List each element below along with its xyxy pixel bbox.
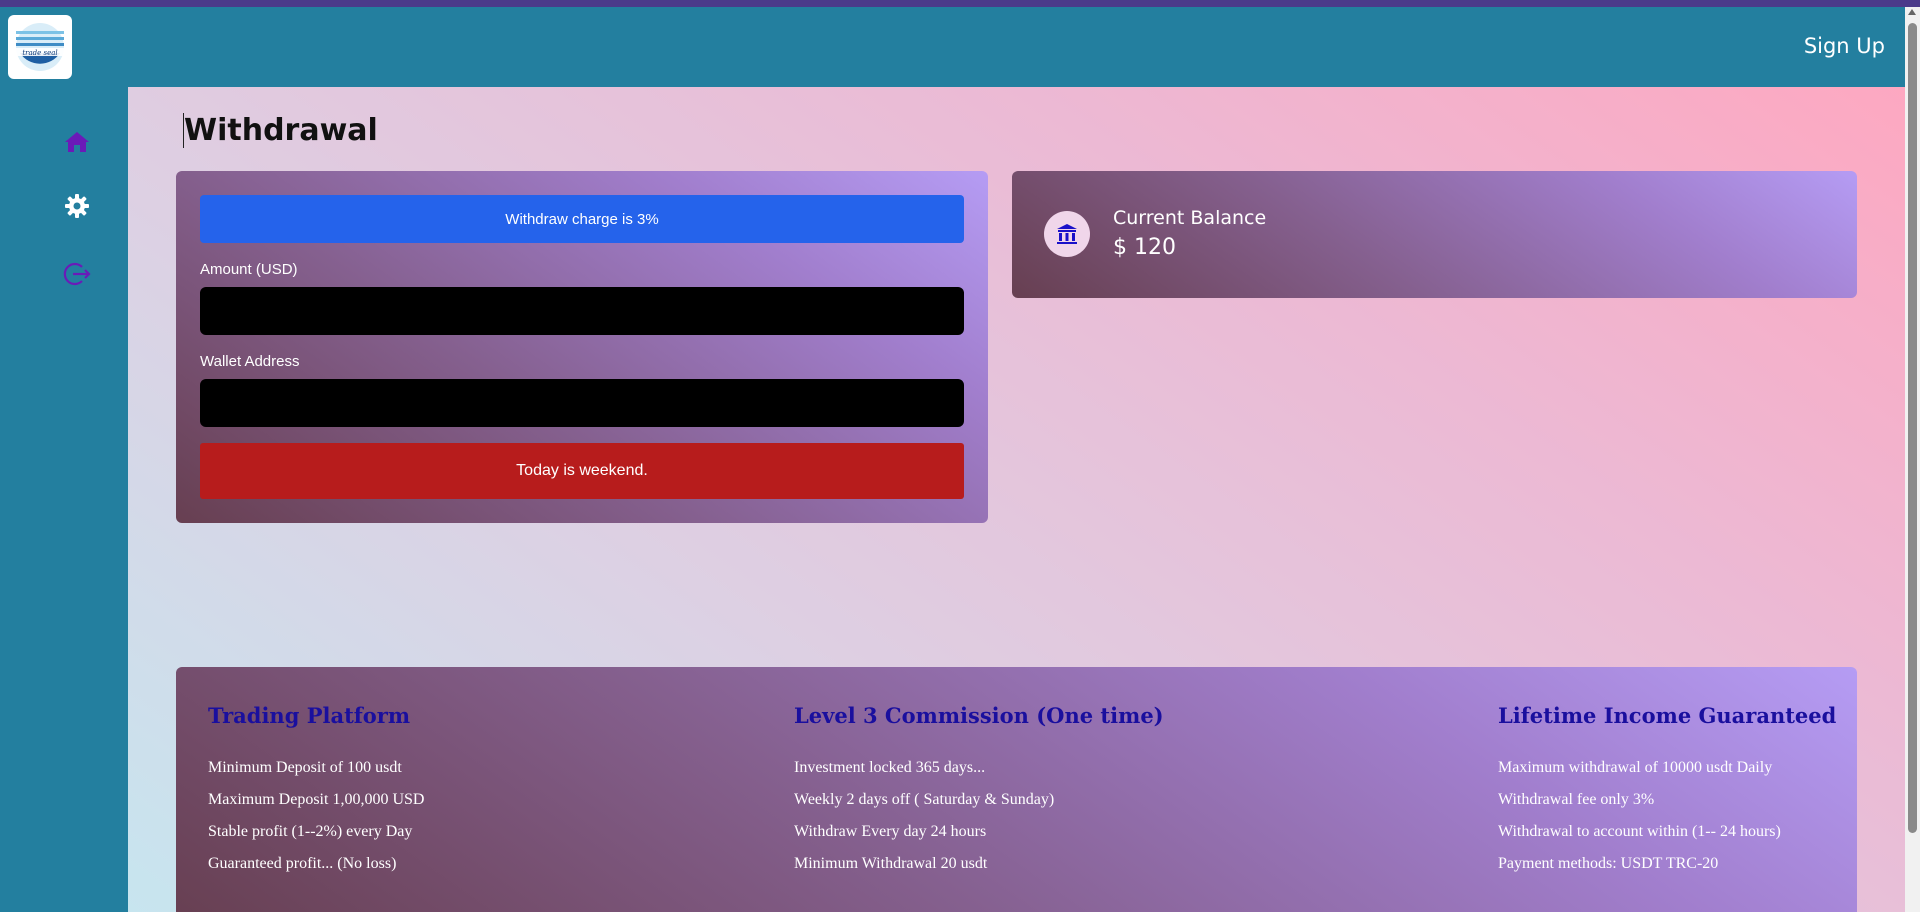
info-card: Trading Platform Minimum Deposit of 100 … [176, 667, 1857, 912]
info-list-item: Maximum Deposit 1,00,000 USD [208, 791, 425, 808]
amount-label: Amount (USD) [200, 261, 298, 278]
info-list-item: Withdrawal fee only 3% [1498, 791, 1655, 808]
withdraw-charge-notice: Withdraw charge is 3% [200, 195, 964, 243]
main-content: Withdrawal Withdraw charge is 3% Amount … [128, 87, 1905, 912]
wallet-address-label: Wallet Address [200, 353, 300, 370]
amount-input[interactable] [200, 287, 964, 335]
info-list-item: Guaranteed profit... (No loss) [208, 855, 397, 872]
info-list-item: Payment methods: USDT TRC-20 [1498, 855, 1719, 872]
info-list: Minimum Deposit of 100 usdt Maximum Depo… [208, 752, 424, 880]
info-column-level-3-commission: Level 3 Commission (One time) Investment… [794, 703, 1164, 880]
logo-image: trade seal [16, 23, 64, 71]
info-list-item: Withdraw Every day 24 hours [794, 823, 987, 840]
bank-icon-wrapper [1044, 211, 1090, 257]
current-balance-label: Current Balance [1113, 207, 1267, 229]
sidebar [0, 87, 128, 912]
gear-icon [65, 194, 89, 218]
info-column-title: Lifetime Income Guaranteed [1498, 703, 1837, 728]
info-column-title: Level 3 Commission (One time) [794, 703, 1164, 728]
info-column-title: Trading Platform [208, 703, 411, 728]
home-icon [65, 132, 89, 152]
info-list-item: Maximum withdrawal of 10000 usdt Daily [1498, 759, 1773, 776]
top-navbar: trade seal Sign Up [0, 7, 1905, 87]
info-list: Investment locked 365 days... Weekly 2 d… [794, 752, 1164, 880]
submit-weekend-button[interactable]: Today is weekend. [200, 443, 964, 499]
top-strip [0, 0, 1920, 7]
info-list-item: Withdrawal to account within (1-- 24 hou… [1498, 823, 1781, 840]
info-column-lifetime-income: Lifetime Income Guaranteed Maximum withd… [1498, 703, 1836, 880]
logo[interactable]: trade seal [8, 15, 72, 79]
info-list-item: Stable profit (1--2%) every Day [208, 823, 413, 840]
current-balance-card: Current Balance $ 120 [1012, 171, 1857, 298]
info-list-item: Investment locked 365 days... [794, 759, 986, 776]
scrollbar-thumb[interactable] [1908, 23, 1917, 833]
page-title: Withdrawal [183, 113, 378, 148]
withdraw-form-card: Withdraw charge is 3% Amount (USD) Walle… [176, 171, 988, 523]
info-list-item: Minimum Withdrawal 20 usdt [794, 855, 988, 872]
sidebar-item-home[interactable] [62, 127, 92, 157]
info-list: Maximum withdrawal of 10000 usdt Daily W… [1498, 752, 1836, 880]
logout-icon [63, 262, 91, 286]
wallet-address-input[interactable] [200, 379, 964, 427]
svg-text:trade seal: trade seal [22, 49, 57, 57]
scroll-up-arrow-icon[interactable] [1908, 9, 1916, 15]
sidebar-item-settings[interactable] [62, 191, 92, 221]
page-scrollbar[interactable] [1905, 7, 1920, 912]
bank-icon [1057, 224, 1077, 244]
sign-up-link[interactable]: Sign Up [1804, 34, 1885, 58]
sidebar-item-logout[interactable] [62, 259, 92, 289]
info-list-item: Minimum Deposit of 100 usdt [208, 759, 402, 776]
info-list-item: Weekly 2 days off ( Saturday & Sunday) [794, 791, 1055, 808]
current-balance-value: $ 120 [1113, 235, 1176, 260]
info-column-trading-platform: Trading Platform Minimum Deposit of 100 … [208, 703, 424, 880]
